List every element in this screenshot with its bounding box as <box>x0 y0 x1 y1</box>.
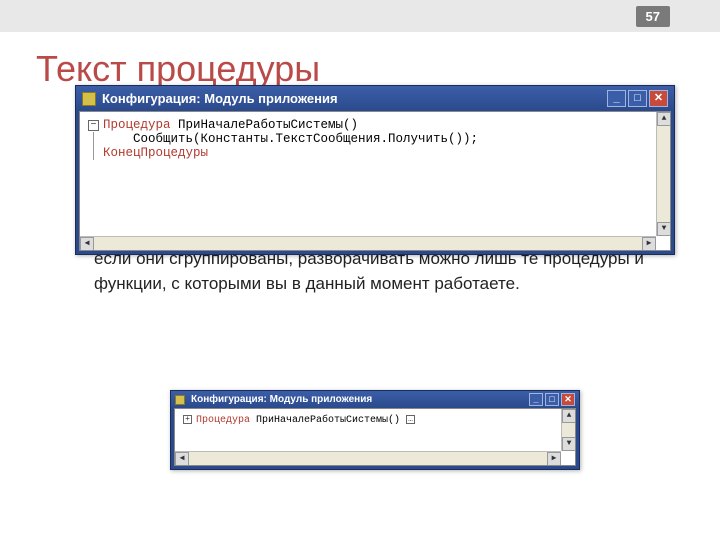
code-window-expanded: Конфигурация: Модуль приложения _ □ ✕ −П… <box>75 85 675 255</box>
window-icon <box>175 395 185 405</box>
close-button[interactable]: ✕ <box>561 393 575 406</box>
window-title-text: Конфигурация: Модуль приложения <box>191 394 372 405</box>
minimize-button[interactable]: _ <box>607 90 626 107</box>
code-editor[interactable]: −Процедура ПриНачалеРаботыСистемы() Сооб… <box>79 111 671 251</box>
maximize-button[interactable]: □ <box>628 90 647 107</box>
window-controls: _ □ ✕ <box>529 393 575 406</box>
vertical-scrollbar[interactable]: ▲ ▼ <box>656 112 670 236</box>
slide-header: 57 <box>0 0 720 32</box>
scroll-left-icon[interactable]: ◀ <box>175 452 189 466</box>
code-window-collapsed: Конфигурация: Модуль приложения _ □ ✕ +П… <box>170 390 580 470</box>
fold-region: Сообщить(Константы.ТекстСообщения.Получи… <box>93 132 662 160</box>
scroll-right-icon[interactable]: ▶ <box>547 452 561 466</box>
vertical-scrollbar[interactable]: ▲ ▼ <box>561 409 575 451</box>
horizontal-scrollbar[interactable]: ◀ ▶ <box>175 451 561 465</box>
scroll-down-icon[interactable]: ▼ <box>562 437 576 451</box>
code-editor[interactable]: +Процедура ПриНачалеРаботыСистемы() … ▲ … <box>174 408 576 466</box>
horizontal-scrollbar[interactable]: ◀ ▶ <box>80 236 656 250</box>
fold-toggle-icon[interactable]: − <box>88 120 99 131</box>
window-titlebar[interactable]: Конфигурация: Модуль приложения _ □ ✕ <box>76 86 674 111</box>
scroll-right-icon[interactable]: ▶ <box>642 237 656 251</box>
scroll-down-icon[interactable]: ▼ <box>657 222 671 236</box>
minimize-button[interactable]: _ <box>529 393 543 406</box>
slide-title: Текст процедуры <box>36 48 720 90</box>
scroll-left-icon[interactable]: ◀ <box>80 237 94 251</box>
page-number-badge: 57 <box>636 6 670 27</box>
code-line: Сообщить(Константы.ТекстСообщения.Получи… <box>103 132 662 146</box>
window-title-text: Конфигурация: Модуль приложения <box>102 91 338 106</box>
fold-ellipsis-icon[interactable]: … <box>406 415 415 424</box>
scroll-up-icon[interactable]: ▲ <box>562 409 576 423</box>
window-titlebar[interactable]: Конфигурация: Модуль приложения _ □ ✕ <box>171 391 579 408</box>
maximize-button[interactable]: □ <box>545 393 559 406</box>
window-icon <box>82 92 96 106</box>
code-line: −Процедура ПриНачалеРаботыСистемы() <box>88 118 662 132</box>
scroll-up-icon[interactable]: ▲ <box>657 112 671 126</box>
window-controls: _ □ ✕ <box>607 90 668 107</box>
fold-toggle-icon[interactable]: + <box>183 415 192 424</box>
close-button[interactable]: ✕ <box>649 90 668 107</box>
code-line: КонецПроцедуры <box>103 146 662 160</box>
code-line: +Процедура ПриНачалеРаботыСистемы() … <box>183 415 567 426</box>
